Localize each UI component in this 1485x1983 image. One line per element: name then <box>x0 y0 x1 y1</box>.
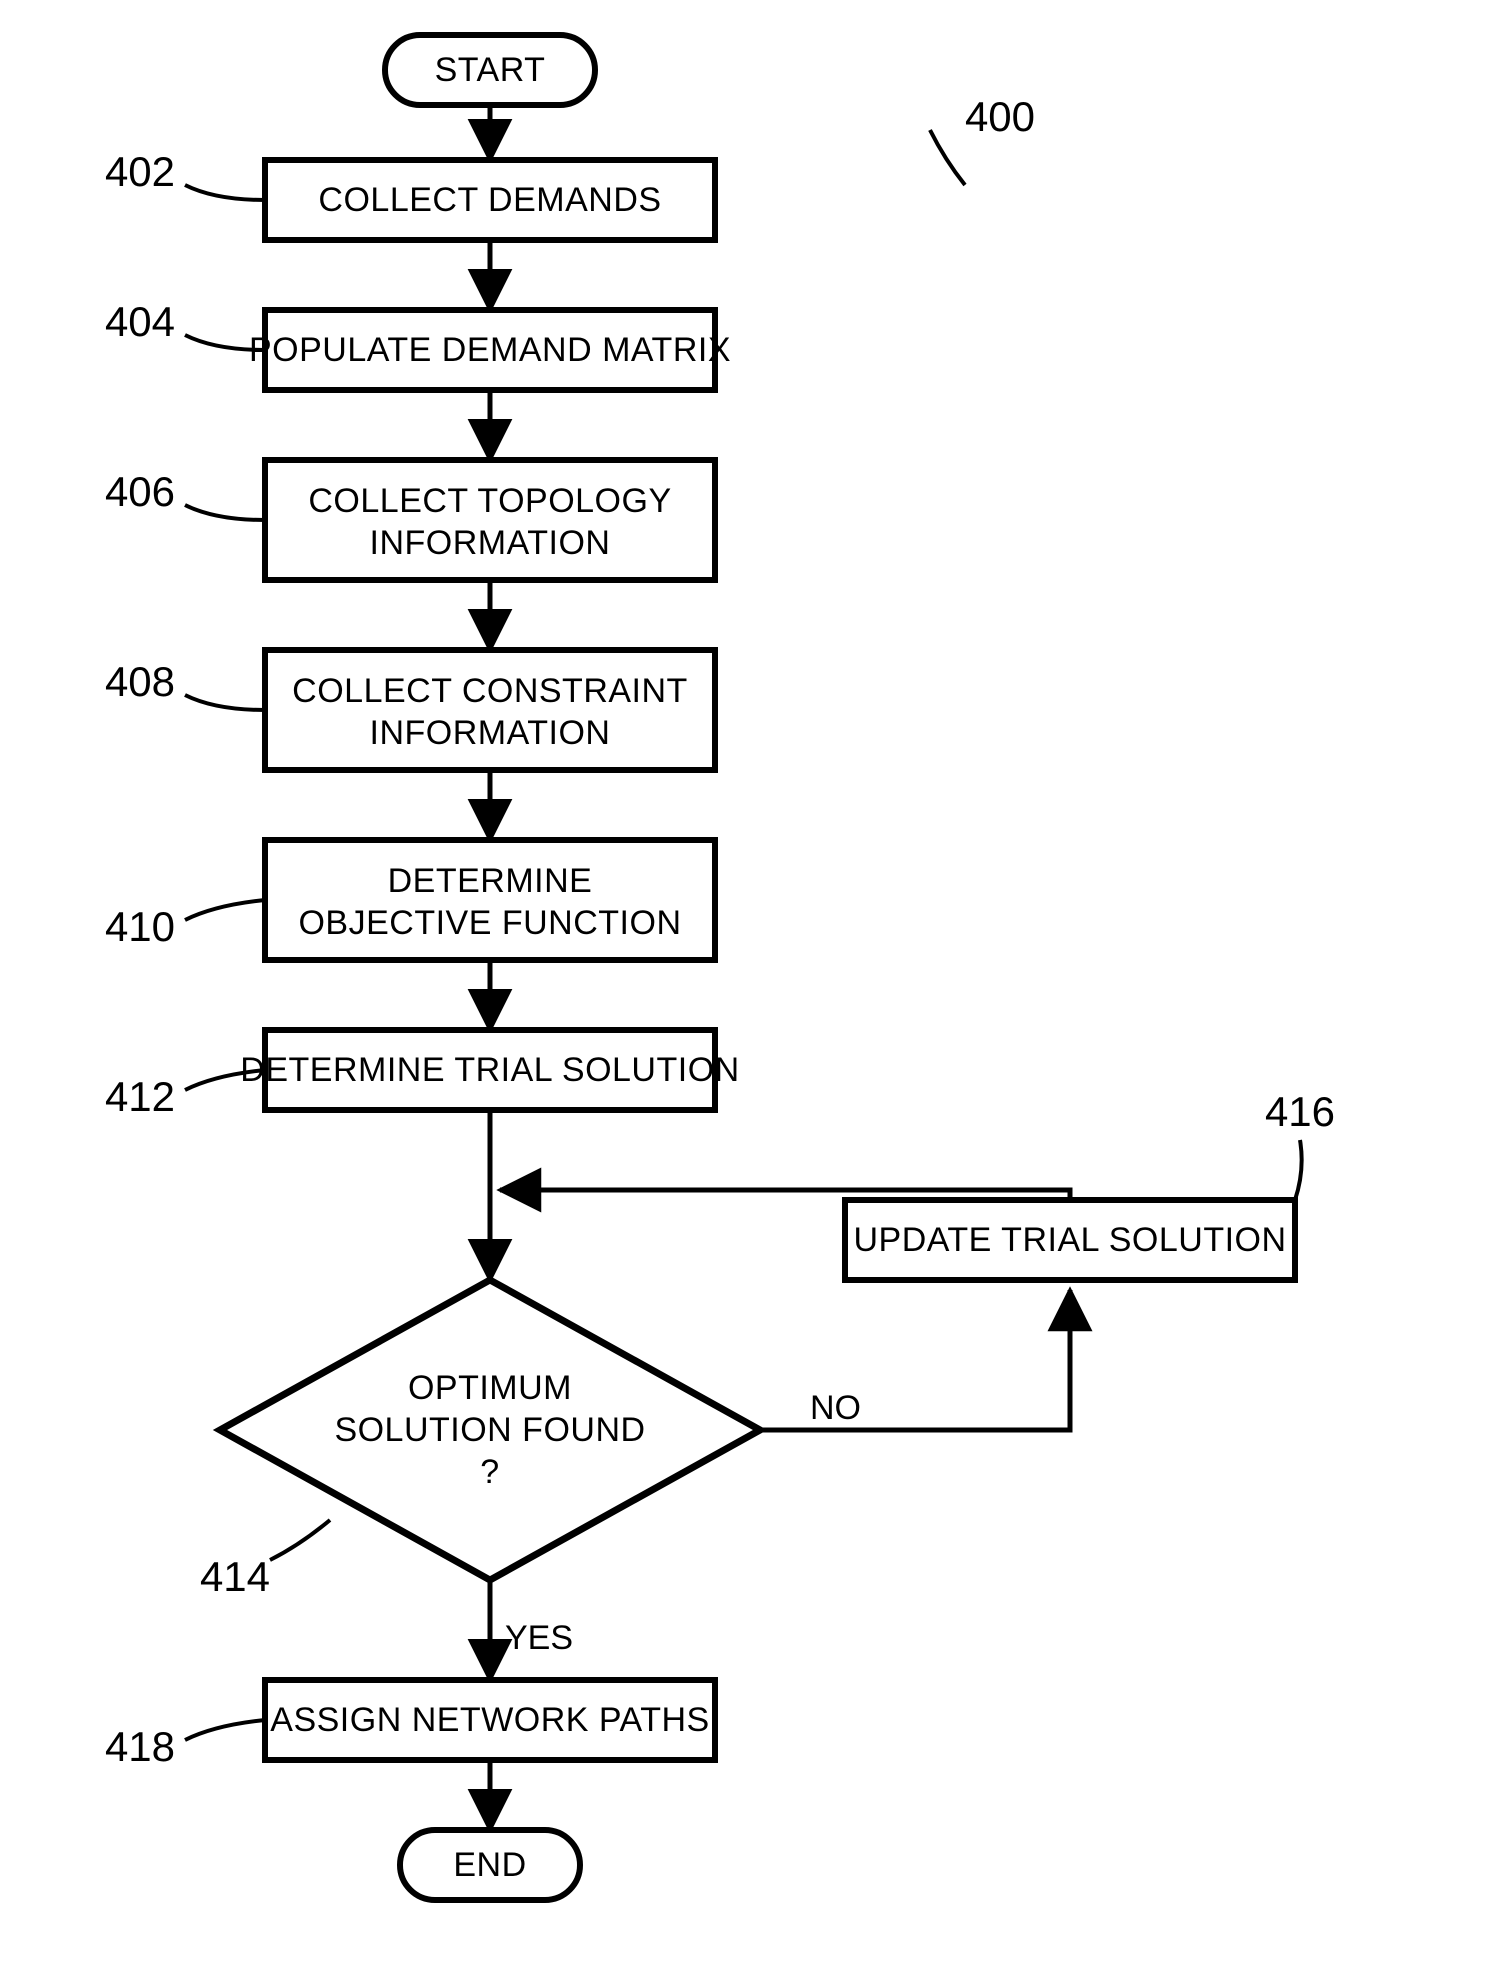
step-406-text-2: INFORMATION <box>370 524 611 562</box>
ref-416-label: 416 <box>1265 1088 1335 1135</box>
ref-418: 418 <box>105 1720 265 1770</box>
ref-418-label: 418 <box>105 1723 175 1770</box>
step-412-text: DETERMINE TRIAL SOLUTION <box>240 1051 739 1089</box>
step-418: ASSIGN NETWORK PATHS <box>265 1680 715 1760</box>
ref-410: 410 <box>105 900 265 950</box>
step-410-text-1: DETERMINE <box>388 862 593 900</box>
ref-408: 408 <box>105 658 265 710</box>
ref-408-label: 408 <box>105 658 175 705</box>
start-label: START <box>435 51 546 89</box>
step-408: COLLECT CONSTRAINT INFORMATION <box>265 650 715 770</box>
ref-406: 406 <box>105 468 265 520</box>
step-402: COLLECT DEMANDS <box>265 160 715 240</box>
step-410-text-2: OBJECTIVE FUNCTION <box>298 904 681 942</box>
step-410: DETERMINE OBJECTIVE FUNCTION <box>265 840 715 960</box>
figure-ref-label: 400 <box>965 93 1035 140</box>
ref-414-label: 414 <box>200 1553 270 1600</box>
step-418-text: ASSIGN NETWORK PATHS <box>270 1701 709 1739</box>
step-404-text: POPULATE DEMAND MATRIX <box>249 331 731 369</box>
ref-414: 414 <box>200 1520 330 1600</box>
end-label: END <box>453 1846 526 1884</box>
step-408-text-1: COLLECT CONSTRAINT <box>292 672 688 710</box>
ref-410-label: 410 <box>105 903 175 950</box>
step-416-text: UPDATE TRIAL SOLUTION <box>853 1221 1286 1259</box>
yes-label: YES <box>505 1619 573 1657</box>
ref-404-label: 404 <box>105 298 175 345</box>
ref-406-label: 406 <box>105 468 175 515</box>
step-406: COLLECT TOPOLOGY INFORMATION <box>265 460 715 580</box>
start-terminator: START <box>385 35 595 105</box>
end-terminator: END <box>400 1830 580 1900</box>
no-arrow <box>760 1290 1070 1430</box>
flowchart: 400 START COLLECT DEMANDS 402 POPULATE D… <box>0 0 1485 1983</box>
step-412: DETERMINE TRIAL SOLUTION <box>240 1030 739 1110</box>
step-402-text: COLLECT DEMANDS <box>318 181 661 219</box>
figure-ref: 400 <box>930 93 1035 185</box>
decision-414-text-1: OPTIMUM <box>408 1369 572 1407</box>
ref-404: 404 <box>105 298 265 350</box>
step-416: UPDATE TRIAL SOLUTION <box>845 1200 1295 1280</box>
decision-414-text-3: ? <box>480 1453 499 1491</box>
ref-412-label: 412 <box>105 1073 175 1120</box>
no-label: NO <box>810 1389 861 1427</box>
decision-414: OPTIMUM SOLUTION FOUND ? <box>220 1280 760 1580</box>
step-404: POPULATE DEMAND MATRIX <box>249 310 731 390</box>
ref-402-label: 402 <box>105 148 175 195</box>
ref-416: 416 <box>1265 1088 1335 1200</box>
ref-402: 402 <box>105 148 265 200</box>
step-408-text-2: INFORMATION <box>370 714 611 752</box>
decision-414-text-2: SOLUTION FOUND <box>334 1411 645 1449</box>
step-406-text-1: COLLECT TOPOLOGY <box>308 482 671 520</box>
